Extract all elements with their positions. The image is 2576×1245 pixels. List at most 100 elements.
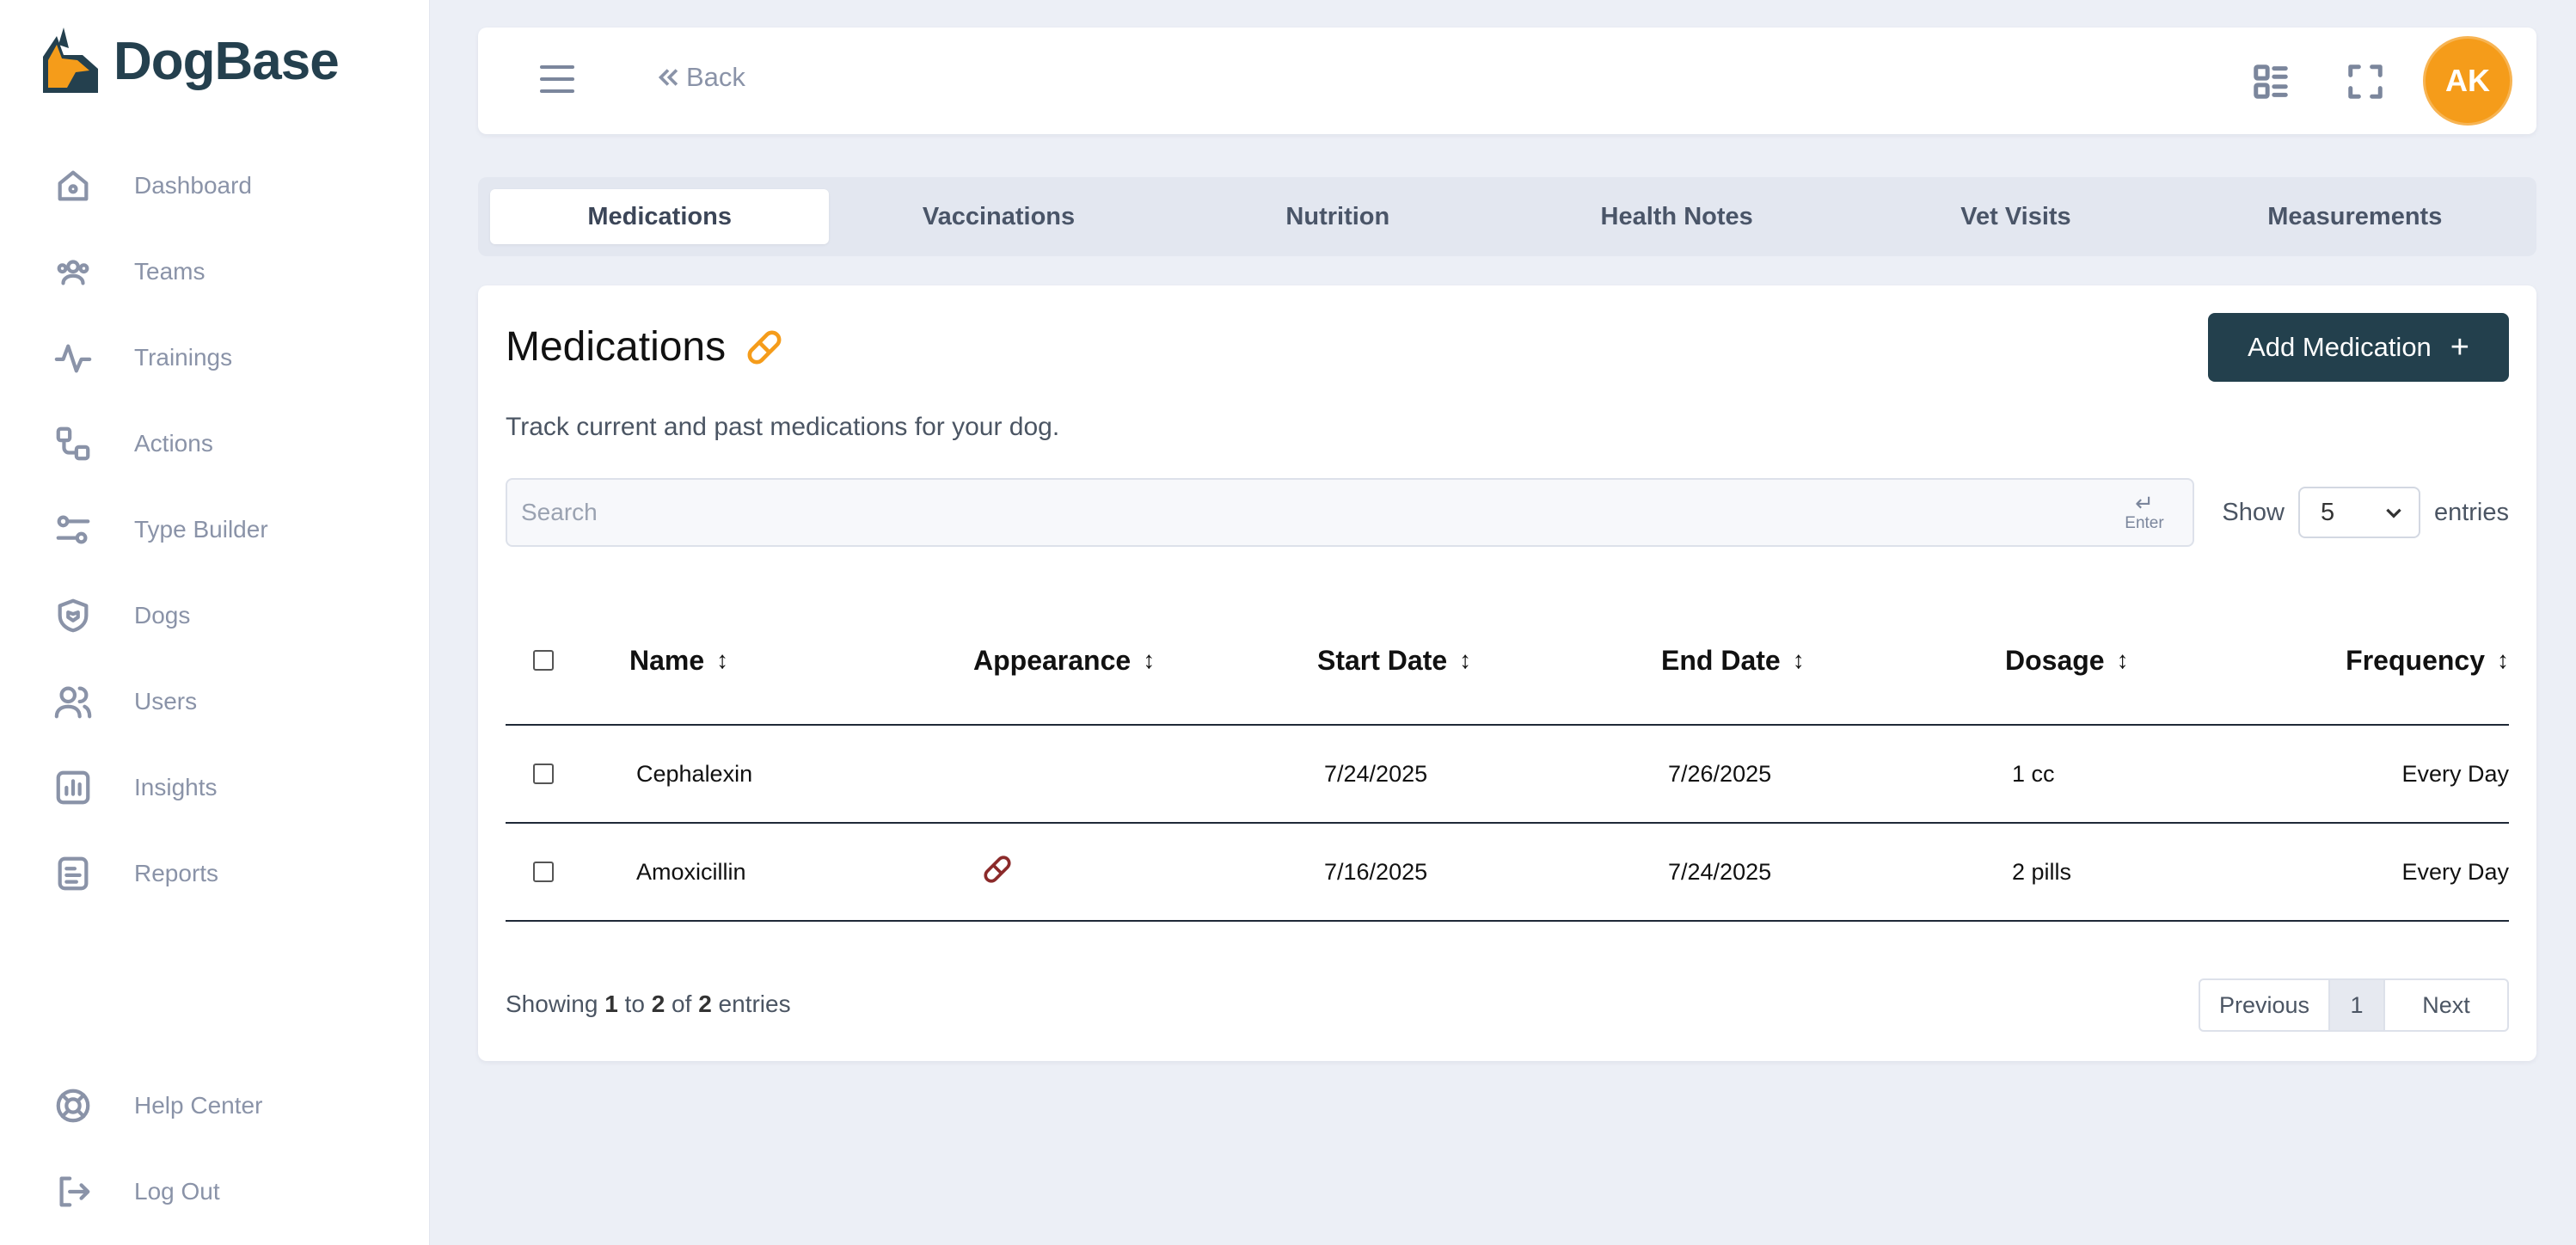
column-header-start-date[interactable]: Start Date ↕ [1317, 645, 1661, 677]
back-button[interactable]: Back [653, 62, 745, 93]
back-label: Back [686, 62, 745, 92]
sidebar-item-label: Teams [134, 258, 205, 285]
medications-card: Medications Add Medication + Track curre… [478, 285, 2536, 1061]
users-icon [52, 680, 95, 723]
tab-vaccinations[interactable]: Vaccinations [829, 189, 1168, 244]
search-box: ↵ Enter [506, 478, 2194, 547]
sidebar-item-reports[interactable]: Reports [0, 831, 430, 917]
column-header-end-date[interactable]: End Date ↕ [1661, 645, 2005, 677]
sort-icon: ↕ [1143, 647, 1156, 673]
tab-measurements[interactable]: Measurements [2186, 189, 2524, 244]
sidebar-item-log-out[interactable]: Log Out [0, 1149, 430, 1235]
fullscreen-icon[interactable] [2346, 62, 2385, 101]
entries-label: entries [2433, 498, 2509, 526]
show-label: Show [2222, 498, 2285, 526]
sort-icon: ↕ [716, 647, 729, 673]
sidebar-item-dogs[interactable]: Dogs [0, 573, 430, 659]
plus-icon: + [2450, 328, 2469, 365]
column-header-name[interactable]: Name ↕ [629, 645, 973, 677]
cell-appearance [973, 852, 1317, 892]
column-header-appearance[interactable]: Appearance ↕ [973, 645, 1317, 677]
actions-icon [52, 422, 95, 465]
pill-icon [747, 330, 782, 364]
showing-suffix: entries [718, 990, 791, 1017]
sidebar-item-trainings[interactable]: Trainings [0, 315, 430, 401]
cell-start-date: 7/16/2025 [1324, 858, 1428, 885]
row-select-cell [506, 862, 629, 882]
column-header-label: Name [629, 644, 705, 676]
page-1-button[interactable]: 1 [2330, 980, 2385, 1030]
layout-list-icon[interactable] [2251, 62, 2291, 101]
sort-icon: ↕ [1792, 647, 1805, 673]
cell-dosage: 2 pills [2012, 858, 2072, 885]
tab-health-notes[interactable]: Health Notes [1507, 189, 1846, 244]
top-bar: Back AK [478, 28, 2536, 134]
table-row[interactable]: Cephalexin 7/24/2025 7/26/2025 1 cc Ever… [506, 726, 2509, 824]
page-title-text: Medications [506, 324, 727, 370]
logout-icon [52, 1170, 95, 1213]
medications-table: Name ↕ Appearance ↕ Start Date ↕ End Date ↕ … [506, 597, 2509, 922]
table-row[interactable]: Amoxicillin 7/16/2025 7/24/2025 2 pills … [506, 824, 2509, 922]
double-chevron-left-icon [658, 69, 678, 86]
sidebar-item-actions[interactable]: Actions [0, 401, 430, 487]
sort-icon: ↕ [2116, 647, 2129, 673]
sidebar-bottom: Help Center Log Out [0, 1063, 430, 1235]
select-all-checkbox[interactable] [533, 650, 554, 671]
sidebar-item-label: Log Out [134, 1178, 220, 1205]
sidebar-item-help-center[interactable]: Help Center [0, 1063, 430, 1149]
add-medication-button[interactable]: Add Medication + [2208, 313, 2509, 382]
sidebar-item-dashboard[interactable]: Dashboard [0, 143, 430, 229]
column-header-label: Start Date [1317, 644, 1448, 676]
page-title: Medications [506, 323, 786, 371]
showing-of-word: of [672, 990, 692, 1017]
tab-vet-visits[interactable]: Vet Visits [1846, 189, 2185, 244]
row-checkbox[interactable] [533, 764, 554, 784]
column-header-frequency[interactable]: Frequency ↕ [2346, 645, 2509, 677]
report-icon [52, 852, 95, 895]
user-avatar[interactable]: AK [2423, 36, 2512, 126]
column-header-label: Appearance [973, 644, 1132, 676]
app-name: DogBase [113, 31, 340, 91]
sidebar-item-label: Dogs [134, 602, 191, 629]
add-medication-label: Add Medication [2248, 332, 2432, 362]
sidebar-item-users[interactable]: Users [0, 659, 430, 745]
home-icon [52, 164, 95, 207]
cell-start-date: 7/24/2025 [1324, 760, 1428, 787]
chevron-down-icon [2386, 508, 2401, 518]
entries-select[interactable]: 5 [2297, 487, 2420, 538]
health-tabs: Medications Vaccinations Nutrition Healt… [478, 177, 2536, 256]
cell-name: Cephalexin [636, 760, 753, 787]
cell-end-date: 7/26/2025 [1668, 760, 1772, 787]
column-header-dosage[interactable]: Dosage ↕ [2005, 645, 2349, 677]
pagination: Previous 1 Next [2198, 978, 2509, 1032]
sidebar-item-teams[interactable]: Teams [0, 229, 430, 315]
showing-from: 1 [604, 990, 618, 1017]
sidebar-item-type-builder[interactable]: Type Builder [0, 487, 430, 573]
enter-hint: Enter [2125, 514, 2164, 532]
enter-arrow-icon: ↵ [2135, 490, 2154, 516]
page-subtitle: Track current and past medications for y… [506, 413, 1060, 441]
cell-end-date: 7/24/2025 [1668, 858, 1772, 885]
menu-toggle-icon[interactable] [540, 65, 574, 96]
sidebar-item-label: Reports [134, 860, 219, 886]
cell-frequency: Every Day [2401, 858, 2509, 885]
search-input[interactable] [507, 480, 2110, 545]
app-logo[interactable]: DogBase [38, 26, 340, 96]
pill-icon [984, 855, 1011, 883]
next-page-button[interactable]: Next [2385, 980, 2507, 1030]
cell-dosage: 1 cc [2012, 760, 2055, 787]
teams-icon [52, 250, 95, 293]
activity-icon [52, 336, 95, 379]
tab-medications[interactable]: Medications [490, 189, 830, 244]
sort-icon: ↕ [1459, 647, 1472, 673]
enter-key-button[interactable]: ↵ Enter [2110, 492, 2179, 533]
sidebar-item-label: Dashboard [134, 172, 252, 199]
previous-page-button[interactable]: Previous [2200, 980, 2330, 1030]
dog-head-logo-icon [43, 28, 98, 93]
row-checkbox[interactable] [533, 862, 554, 882]
sort-icon: ↕ [2497, 647, 2509, 673]
entries-value: 5 [2320, 498, 2335, 526]
sidebar-item-insights[interactable]: Insights [0, 745, 430, 831]
column-header-label: Dosage [2005, 644, 2105, 676]
tab-nutrition[interactable]: Nutrition [1168, 189, 1507, 244]
